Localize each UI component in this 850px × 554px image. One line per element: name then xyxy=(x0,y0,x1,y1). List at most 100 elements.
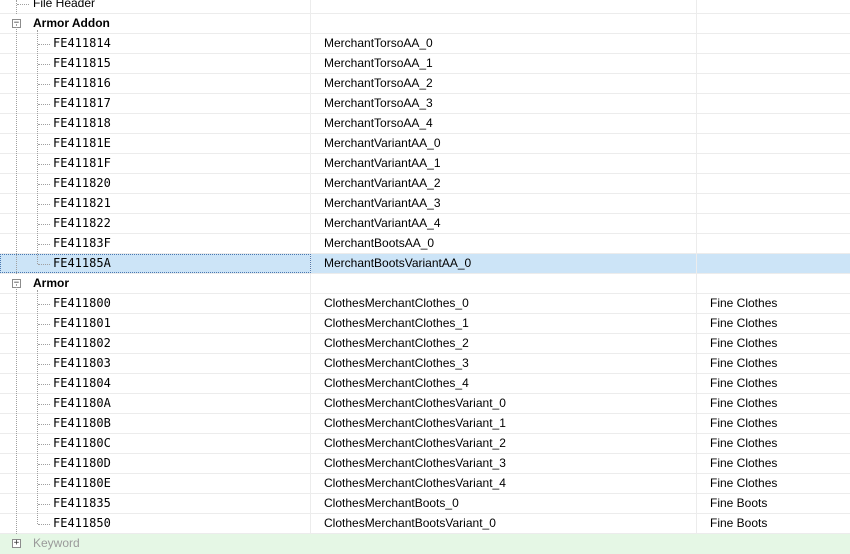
name-cell xyxy=(698,54,850,73)
group-row-keyword[interactable]: + Keyword xyxy=(0,534,850,554)
formid: FE41181F xyxy=(53,156,111,170)
editor-id-cell: MerchantBootsAA_0 xyxy=(312,234,697,253)
name-cell xyxy=(698,274,850,293)
editor-id-cell xyxy=(312,14,697,33)
group-label-armor-addon: Armor Addon xyxy=(33,16,110,30)
table-row[interactable]: FE41181F MerchantVariantAA_1 xyxy=(0,154,850,174)
formid: FE411800 xyxy=(53,296,111,310)
name-cell: Fine Clothes xyxy=(710,316,778,330)
editor-id-cell: ClothesMerchantClothesVariant_1 xyxy=(312,414,697,433)
table-row[interactable]: FE411815 MerchantTorsoAA_1 xyxy=(0,54,850,74)
editor-id-cell: ClothesMerchantClothes_4 xyxy=(312,374,697,393)
table-row[interactable]: FE41180E ClothesMerchantClothesVariant_4… xyxy=(0,474,850,494)
table-row[interactable]: FE411835 ClothesMerchantBoots_0 Fine Boo… xyxy=(0,494,850,514)
name-cell xyxy=(698,34,850,53)
formid: FE411801 xyxy=(53,316,111,330)
name-cell xyxy=(698,214,850,233)
name-cell xyxy=(698,74,850,93)
name-cell xyxy=(698,14,850,33)
table-row[interactable]: FE411850 ClothesMerchantBootsVariant_0 F… xyxy=(0,514,850,534)
table-row[interactable]: FE411816 MerchantTorsoAA_2 xyxy=(0,74,850,94)
name-cell: Fine Clothes xyxy=(710,476,778,490)
formid: FE411817 xyxy=(53,96,111,110)
table-row[interactable]: FE41180A ClothesMerchantClothesVariant_0… xyxy=(0,394,850,414)
formid: FE411804 xyxy=(53,376,111,390)
name-cell: Fine Boots xyxy=(710,496,768,510)
editor-id-cell: ClothesMerchantBootsVariant_0 xyxy=(312,514,697,533)
table-row[interactable]: FE411817 MerchantTorsoAA_3 xyxy=(0,94,850,114)
editor-id-cell: ClothesMerchantBoots_0 xyxy=(312,494,697,513)
name-cell xyxy=(698,94,850,113)
editor-id-cell: MerchantVariantAA_4 xyxy=(312,214,697,233)
table-row[interactable]: FE411820 MerchantVariantAA_2 xyxy=(0,174,850,194)
editor-id-cell: MerchantVariantAA_0 xyxy=(312,134,697,153)
table-row[interactable]: FE41180C ClothesMerchantClothesVariant_2… xyxy=(0,434,850,454)
editor-id-cell: MerchantTorsoAA_1 xyxy=(312,54,697,73)
formid: FE41180D xyxy=(53,456,111,470)
editor-id-cell: ClothesMerchantClothes_2 xyxy=(312,334,697,353)
formid: FE411822 xyxy=(53,216,111,230)
table-row-selected[interactable]: FE41185A MerchantBootsVariantAA_0 xyxy=(0,254,850,274)
name-cell xyxy=(698,0,850,13)
formid: FE411818 xyxy=(53,116,111,130)
formid: FE41185A xyxy=(53,256,111,270)
formid: FE411816 xyxy=(53,76,111,90)
group-row-armor[interactable]: − Armor xyxy=(0,274,850,294)
name-cell: Fine Clothes xyxy=(710,376,778,390)
editor-id-cell: MerchantTorsoAA_3 xyxy=(312,94,697,113)
editor-id-cell xyxy=(312,274,697,293)
name-cell: Fine Clothes xyxy=(710,456,778,470)
formid: FE411803 xyxy=(53,356,111,370)
editor-id-cell: MerchantBootsVariantAA_0 xyxy=(312,254,697,273)
editor-id-cell: ClothesMerchantClothesVariant_4 xyxy=(312,474,697,493)
editor-id-cell: MerchantTorsoAA_4 xyxy=(312,114,697,133)
formid: FE411802 xyxy=(53,336,111,350)
name-cell xyxy=(698,174,850,193)
group-label-armor: Armor xyxy=(33,276,70,290)
record-tree: File Header − Armor Addon FE411814 Merch… xyxy=(0,0,850,554)
name-cell xyxy=(698,154,850,173)
editor-id-cell xyxy=(312,0,697,13)
formid: FE411850 xyxy=(53,516,111,530)
table-row[interactable]: FE41183F MerchantBootsAA_0 xyxy=(0,234,850,254)
table-row[interactable]: FE411801 ClothesMerchantClothes_1 Fine C… xyxy=(0,314,850,334)
table-row[interactable]: FE411804 ClothesMerchantClothes_4 Fine C… xyxy=(0,374,850,394)
name-cell: Fine Clothes xyxy=(710,296,778,310)
editor-id-cell: ClothesMerchantClothes_0 xyxy=(312,294,697,313)
editor-id-cell: ClothesMerchantClothesVariant_0 xyxy=(312,394,697,413)
table-row[interactable]: FE41181E MerchantVariantAA_0 xyxy=(0,134,850,154)
file-header-label: File Header xyxy=(33,0,96,10)
name-cell: Fine Clothes xyxy=(710,336,778,350)
table-row[interactable]: FE411822 MerchantVariantAA_4 xyxy=(0,214,850,234)
record-cell: − Armor xyxy=(0,274,311,293)
formid: FE411835 xyxy=(53,496,111,510)
name-cell: Fine Clothes xyxy=(710,436,778,450)
name-cell: Fine Clothes xyxy=(710,356,778,370)
table-row[interactable]: FE411818 MerchantTorsoAA_4 xyxy=(0,114,850,134)
formid: FE41180E xyxy=(53,476,111,490)
editor-id-cell: MerchantVariantAA_1 xyxy=(312,154,697,173)
name-cell xyxy=(698,254,850,273)
name-cell: Fine Clothes xyxy=(710,396,778,410)
editor-id-cell: ClothesMerchantClothes_3 xyxy=(312,354,697,373)
table-row[interactable]: FE41180D ClothesMerchantClothesVariant_3… xyxy=(0,454,850,474)
formid: FE41180C xyxy=(53,436,111,450)
editor-id-cell: ClothesMerchantClothesVariant_3 xyxy=(312,454,697,473)
table-row[interactable]: FE411803 ClothesMerchantClothes_3 Fine C… xyxy=(0,354,850,374)
editor-id-cell: MerchantVariantAA_3 xyxy=(312,194,697,213)
group-row-armor-addon[interactable]: − Armor Addon xyxy=(0,14,850,34)
table-row[interactable]: FE411802 ClothesMerchantClothes_2 Fine C… xyxy=(0,334,850,354)
formid: FE411820 xyxy=(53,176,111,190)
formid: FE41180A xyxy=(53,396,111,410)
table-row[interactable]: FE411821 MerchantVariantAA_3 xyxy=(0,194,850,214)
table-row[interactable]: FE411814 MerchantTorsoAA_0 xyxy=(0,34,850,54)
name-cell xyxy=(698,234,850,253)
table-row[interactable]: FE411800 ClothesMerchantClothes_0 Fine C… xyxy=(0,294,850,314)
name-cell: Fine Boots xyxy=(710,516,768,530)
formid: FE411821 xyxy=(53,196,111,210)
formid: FE411815 xyxy=(53,56,111,70)
editor-id-cell: ClothesMerchantClothes_1 xyxy=(312,314,697,333)
table-row[interactable]: FE41180B ClothesMerchantClothesVariant_1… xyxy=(0,414,850,434)
formid: FE41183F xyxy=(53,236,111,250)
tree-row-file-header[interactable]: File Header xyxy=(0,0,850,14)
